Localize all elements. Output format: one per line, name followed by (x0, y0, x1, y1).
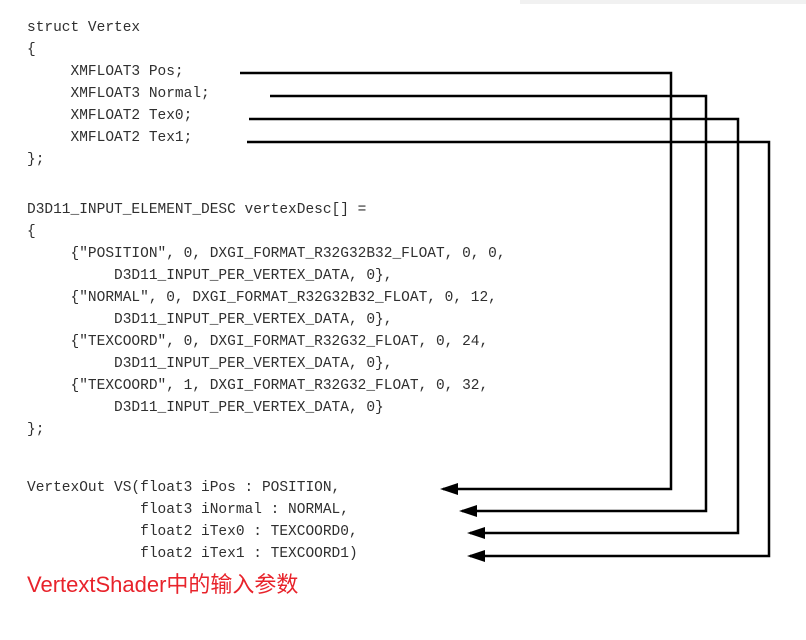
desc-line: D3D11_INPUT_PER_VERTEX_DATA, 0}, (27, 356, 393, 372)
shader-param-tex0: float2 iTex0 : TEXCOORD0, (27, 524, 358, 540)
desc-line: D3D11_INPUT_PER_VERTEX_DATA, 0}, (27, 312, 393, 328)
top-edge-shade (520, 0, 806, 4)
struct-member-pos: XMFLOAT3 Pos; (27, 64, 184, 80)
arrowhead-pos-icon (440, 483, 458, 495)
shader-param-pos: VertexOut VS(float3 iPos : POSITION, (27, 480, 341, 496)
desc-line: {"TEXCOORD", 1, DXGI_FORMAT_R32G32_FLOAT… (27, 378, 489, 394)
desc-line: {"NORMAL", 0, DXGI_FORMAT_R32G32B32_FLOA… (27, 290, 497, 306)
struct-line: { (27, 42, 36, 58)
struct-line: struct Vertex (27, 20, 141, 36)
shader-param-tex1: float2 iTex1 : TEXCOORD1) (27, 546, 358, 562)
arrowhead-normal-icon (459, 505, 477, 517)
shader-param-normal: float3 iNormal : NORMAL, (27, 502, 349, 518)
desc-line: { (27, 224, 36, 240)
arrowhead-tex0-icon (467, 527, 485, 539)
arrowhead-tex1-icon (467, 550, 485, 562)
struct-member-tex1: XMFLOAT2 Tex1; (27, 130, 193, 146)
desc-line: {"POSITION", 0, DXGI_FORMAT_R32G32B32_FL… (27, 246, 506, 262)
desc-line: D3D11_INPUT_PER_VERTEX_DATA, 0}, (27, 268, 393, 284)
desc-line: D3D11_INPUT_PER_VERTEX_DATA, 0} (27, 400, 384, 416)
desc-line: D3D11_INPUT_ELEMENT_DESC vertexDesc[] = (27, 202, 367, 218)
struct-member-tex0: XMFLOAT2 Tex0; (27, 108, 193, 124)
desc-line: }; (27, 422, 45, 438)
struct-member-normal: XMFLOAT3 Normal; (27, 86, 210, 102)
struct-line: }; (27, 152, 45, 168)
figure-caption: VertextShader中的输入参数 (27, 572, 299, 597)
vertex-struct-code: struct Vertex { XMFLOAT3 Pos; XMFLOAT3 N… (27, 17, 210, 171)
vertex-shader-signature-code: VertexOut VS(float3 iPos : POSITION, flo… (27, 477, 358, 565)
desc-line: {"TEXCOORD", 0, DXGI_FORMAT_R32G32_FLOAT… (27, 334, 489, 350)
input-layout-desc-code: D3D11_INPUT_ELEMENT_DESC vertexDesc[] = … (27, 199, 506, 441)
